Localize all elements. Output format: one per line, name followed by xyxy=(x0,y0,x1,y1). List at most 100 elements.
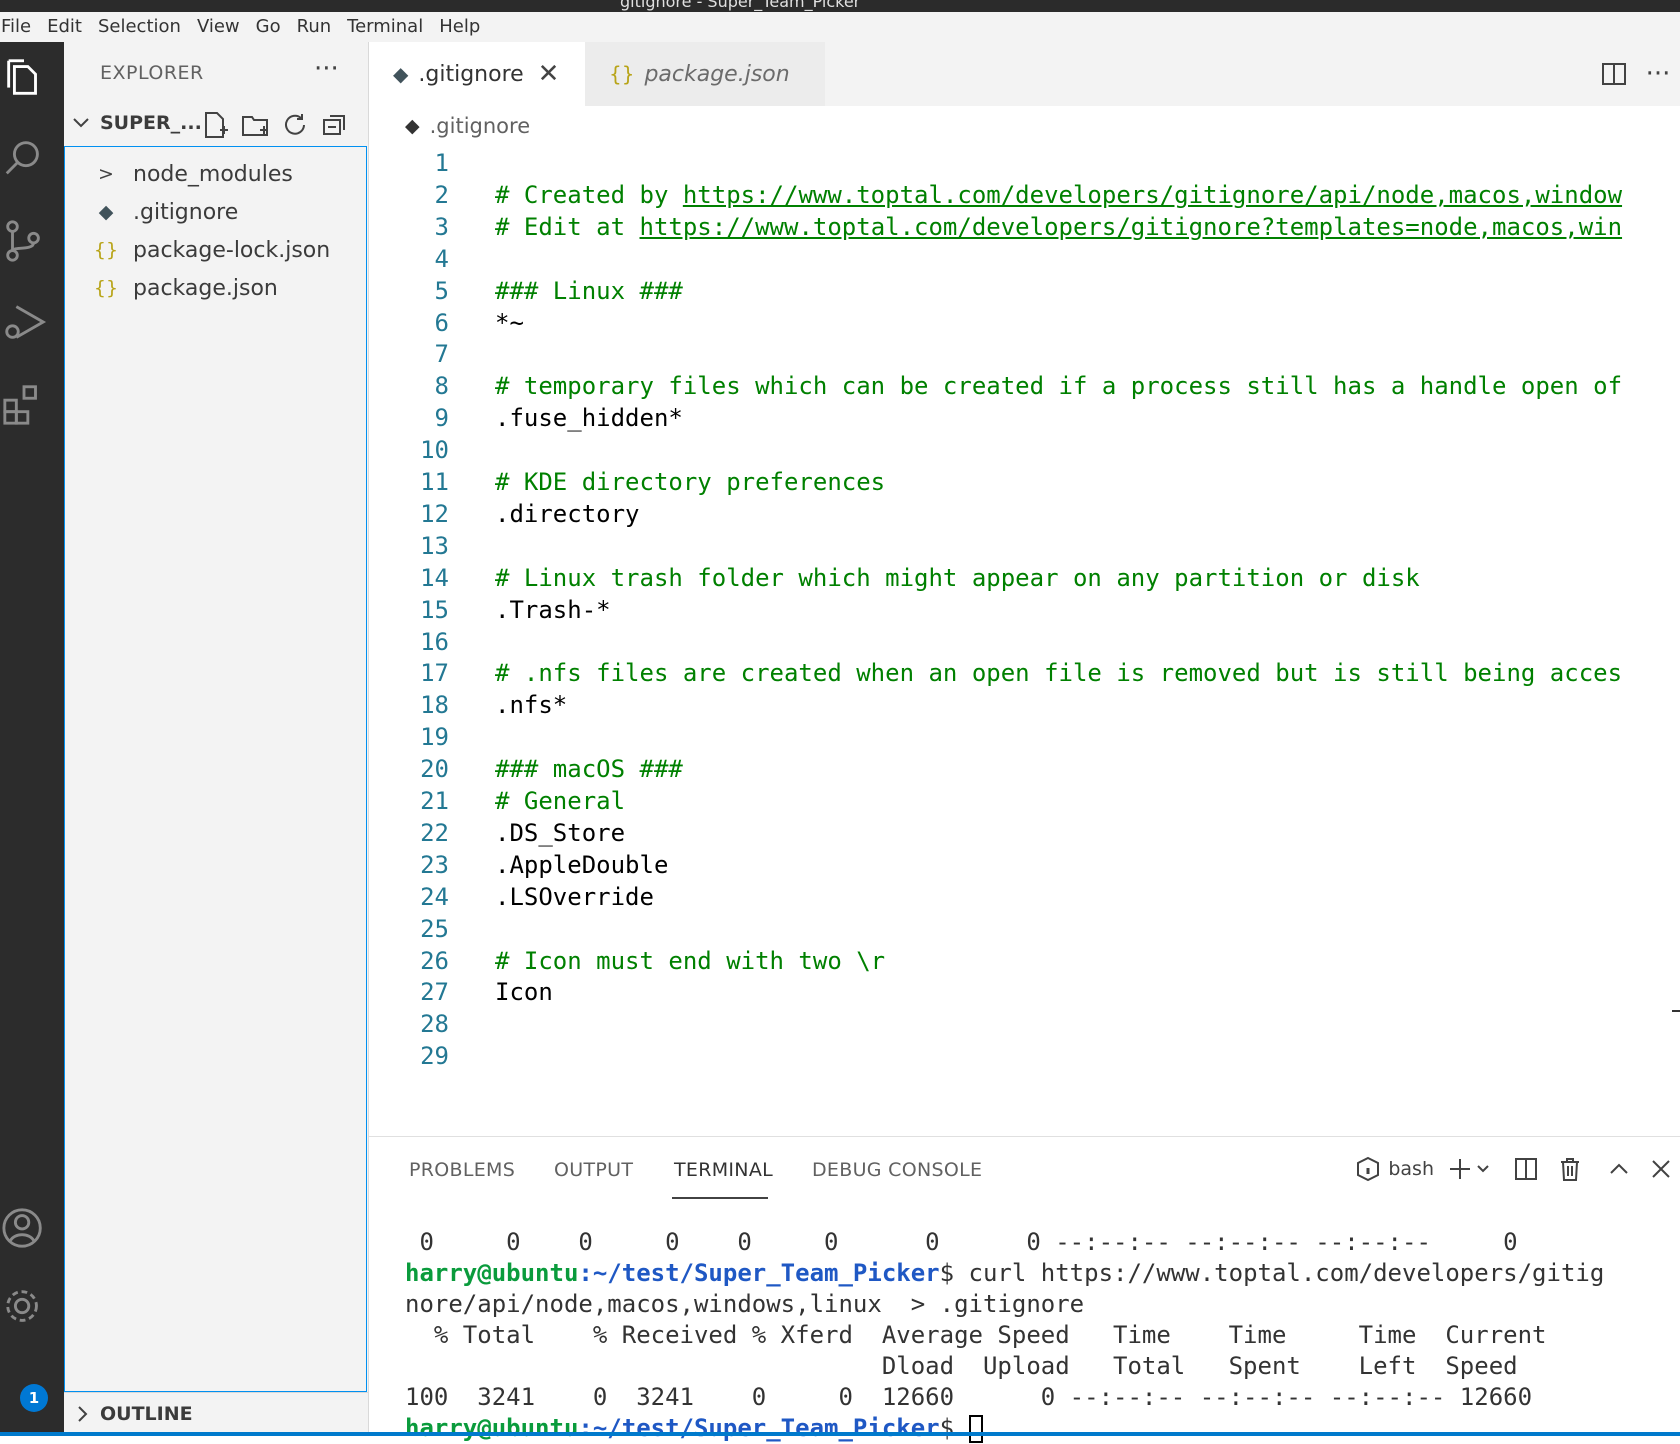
menu-go[interactable]: Go xyxy=(248,12,289,42)
refresh-icon[interactable] xyxy=(280,110,310,140)
code-line: 29 xyxy=(369,1039,1680,1073)
line-number: 2 xyxy=(434,180,449,209)
line-content: # Created by https://www.toptal.com/deve… xyxy=(495,178,1622,212)
panel-actions: bash xyxy=(1342,1149,1672,1189)
search-icon[interactable] xyxy=(0,130,48,186)
tab-terminal[interactable]: TERMINAL xyxy=(674,1159,773,1181)
maximize-panel-icon[interactable] xyxy=(1608,1158,1630,1180)
menu-file[interactable]: File xyxy=(0,12,39,42)
code-line: 10 xyxy=(369,433,1680,467)
overview-ruler-mark xyxy=(1672,1010,1680,1012)
chevron-down-icon[interactable] xyxy=(1476,1162,1490,1176)
chevron-right-icon: > xyxy=(98,163,114,185)
line-content: ### macOS ### xyxy=(495,755,683,784)
terminal-line: Dload Upload Total Spent Left Speed xyxy=(405,1352,1518,1380)
terminal-shell-label[interactable]: bash xyxy=(1388,1158,1434,1180)
menu-selection[interactable]: Selection xyxy=(90,12,189,42)
workspace-folder-header[interactable]: SUPER_... xyxy=(64,106,368,142)
line-content: *~ xyxy=(495,308,524,337)
comment-prefix: # Created by xyxy=(495,180,683,209)
code-line: 3 # Edit at https://www.toptal.com/develo… xyxy=(369,210,1680,244)
code-line: 25 xyxy=(369,912,1680,946)
explorer-tree: > node_modules ◆ .gitignore {} package-l… xyxy=(64,146,367,1392)
line-number: 22 xyxy=(420,818,449,847)
tree-item-node-modules[interactable]: > node_modules xyxy=(65,155,365,193)
terminal-line: 0 0 0 0 0 0 0 0 --:--:-- --:--:-- --:--:… xyxy=(405,1228,1518,1256)
terminal-line: 100 3241 0 3241 0 0 12660 0 --:--:-- --:… xyxy=(405,1383,1533,1411)
collapse-all-icon[interactable] xyxy=(320,110,350,140)
code-line: 8 # temporary files which can be created … xyxy=(369,369,1680,403)
prompt-user: harry@ubuntu xyxy=(405,1414,579,1442)
tab-debug-console[interactable]: DEBUG CONSOLE xyxy=(812,1159,982,1181)
code-line: 19 xyxy=(369,720,1680,754)
terminal-cursor xyxy=(968,1415,983,1443)
more-actions-icon[interactable]: ··· xyxy=(314,54,339,84)
split-terminal-icon[interactable] xyxy=(1514,1157,1538,1181)
panel-tabs: PROBLEMS OUTPUT TERMINAL DEBUG CONSOLE b… xyxy=(369,1137,1680,1199)
trash-icon[interactable] xyxy=(1558,1156,1582,1182)
url-link[interactable]: https://www.toptal.com/developers/gitign… xyxy=(640,213,1623,241)
close-panel-icon[interactable] xyxy=(1650,1158,1672,1180)
terminal-prompt-line[interactable]: harry@ubuntu:~/test/Super_Team_Picker$ xyxy=(405,1413,983,1444)
json-file-icon: {} xyxy=(609,62,635,86)
menu-view[interactable]: View xyxy=(189,12,248,42)
new-file-icon[interactable] xyxy=(200,110,230,140)
code-line: 23 .AppleDouble xyxy=(369,848,1680,882)
line-number: 29 xyxy=(420,1042,449,1071)
comment-prefix: # Edit at xyxy=(495,212,640,241)
breadcrumb-file[interactable]: .gitignore xyxy=(430,114,531,138)
line-number: 18 xyxy=(420,691,449,720)
prompt-symbol: $ xyxy=(939,1259,955,1287)
split-editor-icon[interactable] xyxy=(1592,52,1636,96)
tree-item-gitignore[interactable]: ◆ .gitignore xyxy=(65,193,365,231)
workspace-folder-name: SUPER_... xyxy=(100,112,202,134)
tab-label: package.json xyxy=(644,61,790,87)
tree-item-package-lock[interactable]: {} package-lock.json xyxy=(65,231,365,269)
line-content: # KDE directory preferences xyxy=(495,468,886,496)
new-terminal-plus-icon[interactable] xyxy=(1448,1157,1472,1181)
prompt-user: harry@ubuntu xyxy=(405,1259,579,1287)
code-line: 15 .Trash-* xyxy=(369,593,1680,627)
files-icon[interactable] xyxy=(0,50,48,106)
code-editor[interactable]: 1 2 # Created by https://www.toptal.com/de… xyxy=(369,146,1680,1136)
terminal-command: curl https://www.toptal.com/developers/g… xyxy=(954,1259,1605,1287)
line-number: 16 xyxy=(420,627,449,656)
more-actions-icon[interactable]: ··· xyxy=(1636,52,1680,96)
tree-item-label: node_modules xyxy=(133,161,293,187)
code-line: 12 .directory xyxy=(369,497,1680,531)
line-number: 11 xyxy=(420,468,449,496)
tab-problems[interactable]: PROBLEMS xyxy=(409,1159,515,1181)
menu-terminal[interactable]: Terminal xyxy=(339,12,431,42)
run-debug-icon[interactable] xyxy=(0,294,48,350)
terminal-line: % Total % Received % Xferd Average Speed… xyxy=(405,1321,1547,1349)
url-link[interactable]: https://www.toptal.com/developers/gitign… xyxy=(683,181,1622,209)
line-number: 28 xyxy=(420,1010,449,1039)
line-number: 17 xyxy=(420,659,449,688)
json-file-icon: {} xyxy=(93,277,119,299)
editor-tab-bar: ◆ .gitignore ✕ {} package.json ··· xyxy=(369,42,1680,106)
line-content: # General xyxy=(495,787,626,815)
tree-item-package-json[interactable]: {} package.json xyxy=(65,269,365,307)
menu-run[interactable]: Run xyxy=(289,12,340,42)
line-number: 23 xyxy=(420,850,449,879)
git-file-icon: ◆ xyxy=(405,115,420,137)
line-number: 3 xyxy=(434,212,449,241)
code-line: 1 xyxy=(369,146,1680,180)
window-titlebar: gitignore - Super_Team_Picker xyxy=(0,0,1680,12)
settings-gear-icon[interactable] xyxy=(0,1278,48,1334)
tab-output[interactable]: OUTPUT xyxy=(554,1159,633,1181)
extensions-icon[interactable] xyxy=(0,376,48,432)
outline-section-header[interactable]: OUTLINE xyxy=(64,1392,368,1437)
account-icon[interactable] xyxy=(0,1200,48,1256)
tab-package-json[interactable]: {} package.json xyxy=(585,42,825,106)
menu-help[interactable]: Help xyxy=(431,12,488,42)
code-line: 7 xyxy=(369,337,1680,371)
tab-gitignore[interactable]: ◆ .gitignore ✕ xyxy=(369,42,585,106)
close-icon[interactable]: ✕ xyxy=(538,59,560,89)
new-folder-icon[interactable] xyxy=(240,110,270,140)
line-content: .Trash-* xyxy=(495,595,611,624)
code-line: 18 .nfs* xyxy=(369,688,1680,722)
terminal-prompt-line: harry@ubuntu:~/test/Super_Team_Picker$ c… xyxy=(405,1258,1604,1289)
menu-edit[interactable]: Edit xyxy=(39,12,90,42)
source-control-icon[interactable] xyxy=(0,212,48,268)
